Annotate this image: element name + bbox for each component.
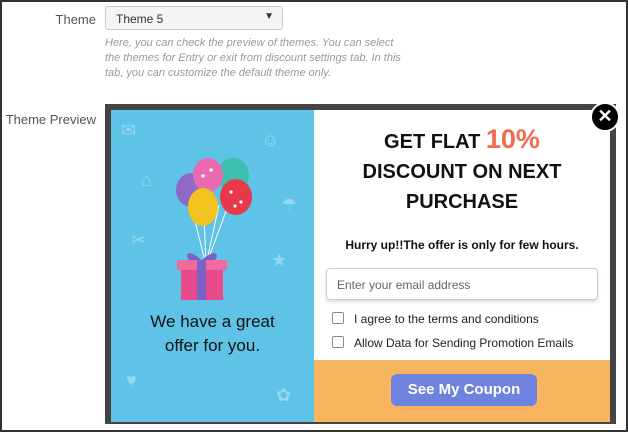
close-icon[interactable]: ✕ (590, 102, 620, 132)
doodle-icon: ✿ (276, 385, 292, 405)
see-coupon-button[interactable]: See My Coupon (391, 374, 537, 406)
theme-select[interactable]: Theme 5 ▼ (105, 6, 283, 30)
terms-checkbox-row[interactable]: I agree to the terms and conditions (332, 312, 539, 326)
promotion-checkbox-row[interactable]: Allow Data for Sending Promotion Emails (332, 336, 573, 350)
theme-select-value: Theme 5 (116, 12, 164, 26)
email-input[interactable]: Enter your email address (326, 268, 598, 300)
popup-right-panel: GET FLAT 10% DISCOUNT ON NEXT PURCHASE H… (314, 110, 610, 422)
headline: GET FLAT 10% DISCOUNT ON NEXT PURCHASE (362, 124, 562, 213)
popup: ✉ ☺ ✂ ★ ♥ ✿ ⌂ ☂ We have a great offer fo… (111, 110, 610, 422)
dropdown-arrow-icon: ▼ (264, 11, 274, 22)
popup-left-panel: ✉ ☺ ✂ ★ ♥ ✿ ⌂ ☂ We have a great offer fo… (111, 110, 314, 422)
theme-preview-label: Theme Preview (5, 112, 96, 127)
theme-label: Theme (55, 12, 96, 27)
balloons-gift-illustration (176, 158, 252, 300)
gift-icon (177, 253, 227, 300)
balloons-icon (176, 158, 252, 266)
checkbox-icon[interactable] (332, 312, 344, 324)
offer-text: We have a great offer for you. (150, 312, 275, 355)
popup-footer: See My Coupon (314, 360, 610, 422)
checkbox-icon[interactable] (332, 336, 344, 348)
doodle-icon: ♥ (126, 370, 137, 390)
urgency-text: Hurry up!!The offer is only for few hour… (345, 238, 579, 252)
theme-help-text: Here, you can check the preview of theme… (105, 37, 401, 79)
theme-preview-frame: ✉ ☺ ✂ ★ ♥ ✿ ⌂ ☂ We have a great offer fo… (105, 104, 616, 424)
discount-percent: 10% (485, 124, 540, 154)
